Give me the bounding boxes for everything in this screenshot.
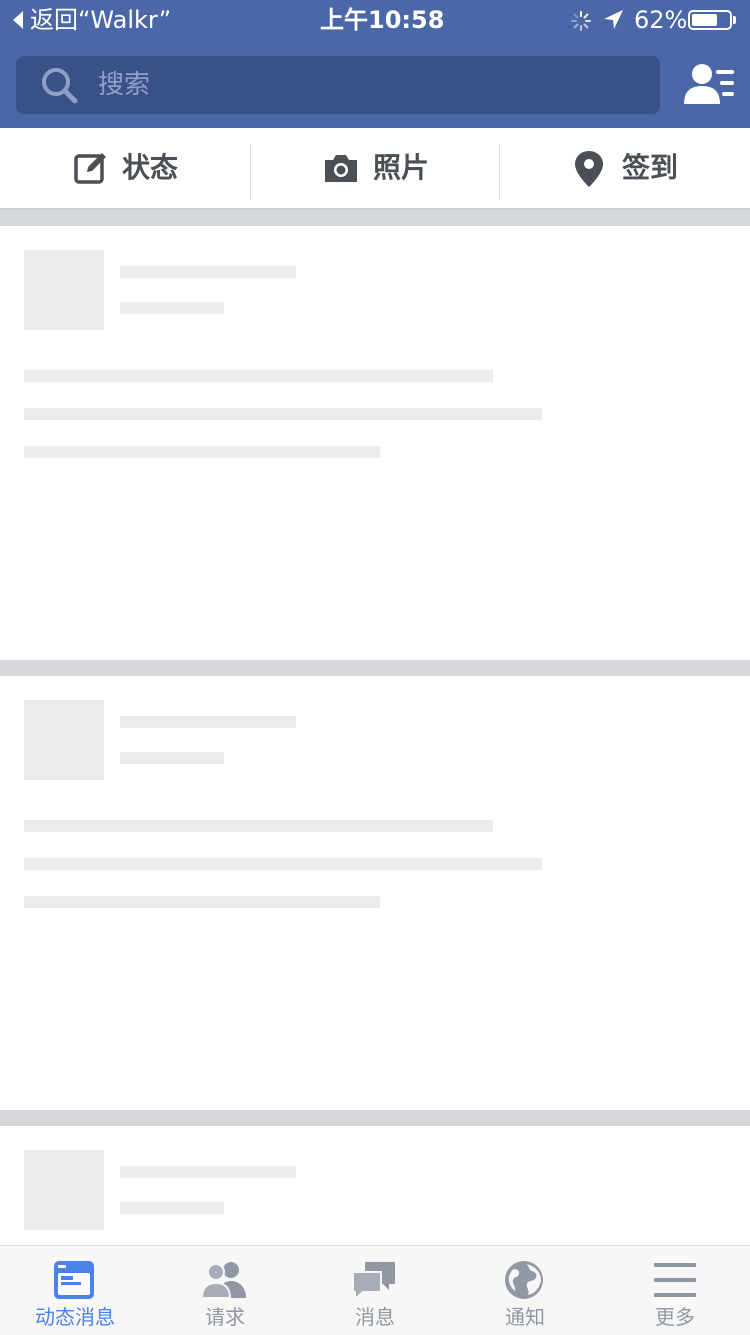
back-to-app-button[interactable]: 返回“Walkr”	[10, 0, 180, 40]
name-line-placeholder	[120, 266, 296, 278]
tab-messages-label: 消息	[355, 1305, 395, 1329]
feed-story-placeholder	[0, 1126, 750, 1245]
search-icon	[42, 68, 78, 104]
tab-messages[interactable]: 消息	[300, 1246, 450, 1334]
battery-icon	[688, 10, 732, 30]
location-arrow-icon	[604, 10, 623, 29]
location-pin-icon	[575, 151, 603, 187]
tab-news-feed-label: 动态消息	[35, 1305, 115, 1329]
tab-requests[interactable]: 请求	[150, 1246, 300, 1334]
messages-icon	[352, 1262, 395, 1302]
feed-separator	[0, 660, 750, 676]
feed-story-placeholder	[0, 676, 750, 1110]
back-chevron-icon	[13, 11, 23, 29]
battery-cap	[733, 16, 736, 24]
contacts-list-icon[interactable]	[684, 62, 736, 108]
text-line-placeholder	[24, 858, 542, 870]
back-to-app-label: 返回“Walkr”	[30, 6, 172, 34]
feed-separator	[0, 210, 750, 226]
compose-icon	[74, 153, 106, 184]
tab-news-feed[interactable]: 动态消息	[0, 1246, 150, 1334]
text-line-placeholder	[24, 820, 493, 832]
tab-requests-label: 请求	[205, 1305, 245, 1329]
status-action-label: 状态	[122, 151, 179, 184]
feed-story-placeholder	[0, 226, 750, 660]
status-action-button[interactable]: 状态	[0, 128, 250, 208]
tab-more-label: 更多	[655, 1305, 695, 1329]
avatar-placeholder	[24, 1150, 104, 1230]
meta-line-placeholder	[120, 752, 224, 764]
name-line-placeholder	[120, 716, 296, 728]
activity-spinner-icon	[571, 11, 591, 31]
tab-more[interactable]: 更多	[600, 1246, 750, 1334]
checkin-action-button[interactable]: 签到	[500, 128, 750, 208]
battery-level	[692, 14, 717, 26]
tab-notifications-label: 通知	[505, 1305, 545, 1329]
meta-line-placeholder	[120, 302, 224, 314]
photo-action-label: 照片	[373, 151, 430, 184]
camera-icon	[325, 155, 357, 182]
battery-percent: 62%	[634, 6, 688, 34]
status-time: 上午10:58	[320, 6, 445, 34]
checkin-action-label: 签到	[622, 151, 679, 184]
feed-separator	[0, 1110, 750, 1126]
news-feed-icon	[54, 1261, 94, 1299]
text-line-placeholder	[24, 896, 380, 908]
text-line-placeholder	[24, 408, 542, 420]
text-line-placeholder	[24, 446, 380, 458]
meta-line-placeholder	[120, 1202, 224, 1214]
globe-icon	[505, 1261, 543, 1299]
name-line-placeholder	[120, 1166, 296, 1178]
friend-requests-icon	[200, 1262, 246, 1299]
search-placeholder: 搜索	[98, 70, 151, 100]
avatar-placeholder	[24, 700, 104, 780]
avatar-placeholder	[24, 250, 104, 330]
photo-action-button[interactable]: 照片	[251, 128, 499, 208]
tab-notifications[interactable]: 通知	[450, 1246, 600, 1334]
text-line-placeholder	[24, 370, 493, 382]
menu-icon	[654, 1263, 696, 1297]
